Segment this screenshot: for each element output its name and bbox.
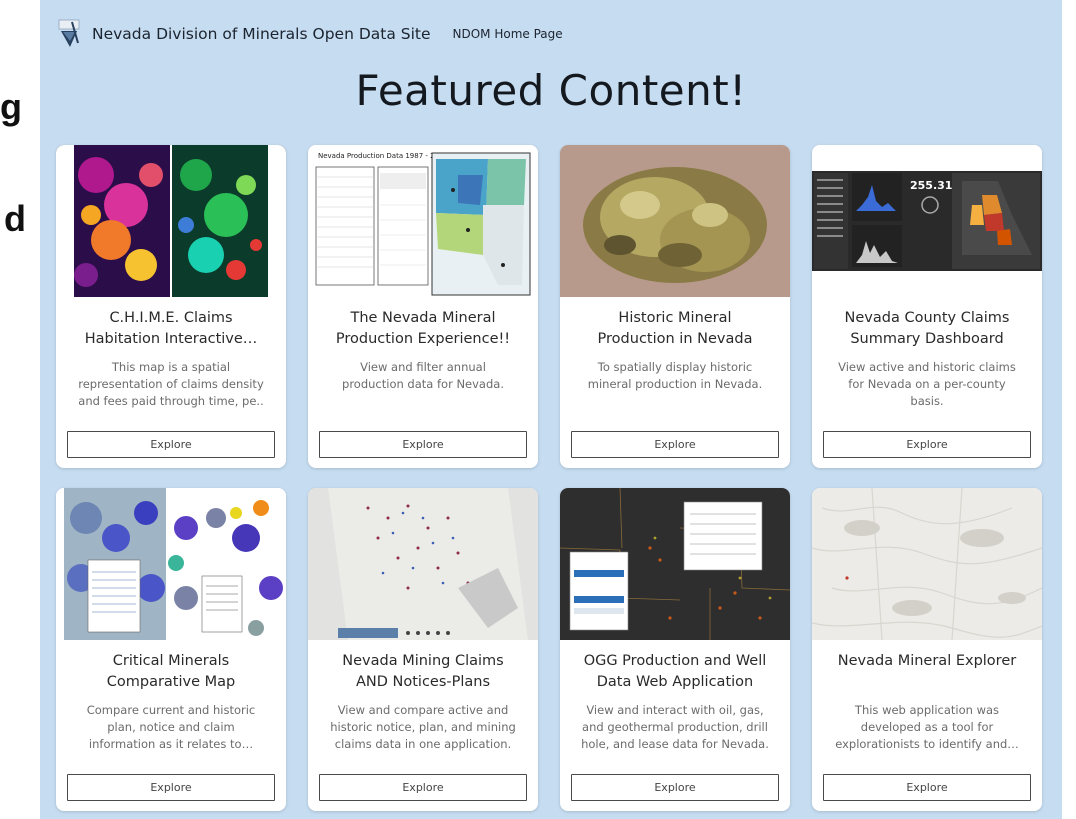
nevada-logo-icon[interactable] bbox=[58, 19, 82, 49]
explore-button[interactable]: Explore bbox=[823, 774, 1031, 801]
clipped-left-content: g d bbox=[0, 0, 40, 819]
card-title: Critical Minerals Comparative Map bbox=[106, 653, 236, 690]
card-thumbnail bbox=[560, 145, 790, 297]
card-mineral-explorer[interactable]: Nevada Mineral Explorer This web applica… bbox=[812, 488, 1042, 811]
site-header: Nevada Division of Minerals Open Data Si… bbox=[58, 14, 563, 54]
explore-button[interactable]: Explore bbox=[67, 431, 275, 458]
explore-button[interactable]: Explore bbox=[571, 774, 779, 801]
card-title: OGG Production and Well Data Web Applica… bbox=[583, 653, 767, 690]
site-title[interactable]: Nevada Division of Minerals Open Data Si… bbox=[92, 25, 431, 43]
explore-button[interactable]: Explore bbox=[823, 431, 1031, 458]
explore-button[interactable]: Explore bbox=[319, 431, 527, 458]
card-thumbnail bbox=[56, 488, 286, 640]
clipped-letter: d bbox=[4, 198, 26, 239]
card-title: Nevada Mining Claims AND Notices-Plans bbox=[342, 653, 504, 690]
card-thumbnail: Nevada Production Data 1987 - 2021 bbox=[308, 145, 538, 297]
page-margin bbox=[1062, 0, 1076, 819]
card-description: To spatially display historic mineral pr… bbox=[587, 360, 763, 391]
explore-button[interactable]: Explore bbox=[319, 774, 527, 801]
card-description: Compare current and historic plan, notic… bbox=[86, 703, 256, 751]
card-thumbnail bbox=[56, 145, 286, 297]
card-ogg-production-well-data[interactable]: OGG Production and Well Data Web Applica… bbox=[560, 488, 790, 811]
clipped-letter: g bbox=[0, 86, 22, 127]
explore-button[interactable]: Explore bbox=[67, 774, 275, 801]
card-description: View and filter annual production data f… bbox=[342, 360, 504, 391]
card-thumbnail: 255.31k bbox=[812, 145, 1042, 297]
card-description: This map is a spatial representation of … bbox=[78, 360, 264, 408]
thumb-chart-title: Nevada Production Data 1987 - 2021 bbox=[318, 152, 448, 160]
card-chime[interactable]: C.H.I.M.E. Claims Habitation Interactive… bbox=[56, 145, 286, 468]
card-description: This web application was developed as a … bbox=[835, 703, 1019, 751]
card-title: Nevada County Claims Summary Dashboard bbox=[844, 310, 1010, 347]
card-mining-claims-notices-plans[interactable]: Nevada Mining Claims AND Notices-Plans V… bbox=[308, 488, 538, 811]
card-thumbnail bbox=[308, 488, 538, 640]
card-thumbnail bbox=[560, 488, 790, 640]
card-critical-minerals-map[interactable]: Critical Minerals Comparative Map Compar… bbox=[56, 488, 286, 811]
card-title: Nevada Mineral Explorer bbox=[837, 653, 1017, 669]
card-title: The Nevada Mineral Production Experience… bbox=[335, 310, 511, 347]
card-description: View active and historic claims for Neva… bbox=[838, 360, 1016, 408]
card-description: View and interact with oil, gas, and geo… bbox=[581, 703, 769, 751]
card-description: View and compare active and historic not… bbox=[330, 703, 516, 751]
card-title: C.H.I.M.E. Claims Habitation Interactive… bbox=[84, 310, 258, 347]
home-page-link[interactable]: NDOM Home Page bbox=[453, 27, 563, 41]
card-title: Historic Mineral Production in Nevada bbox=[597, 310, 753, 347]
card-mineral-production-experience[interactable]: Nevada Production Data 1987 - 2021 The N… bbox=[308, 145, 538, 468]
card-thumbnail bbox=[812, 488, 1042, 640]
explore-button[interactable]: Explore bbox=[571, 431, 779, 458]
card-county-claims-dashboard[interactable]: 255.31k Nevada County Claims Summary Das… bbox=[812, 145, 1042, 468]
page-title: Featured Content! bbox=[355, 66, 747, 115]
page: Nevada Division of Minerals Open Data Si… bbox=[40, 0, 1062, 819]
card-historic-mineral-production[interactable]: Historic Mineral Production in Nevada To… bbox=[560, 145, 790, 468]
